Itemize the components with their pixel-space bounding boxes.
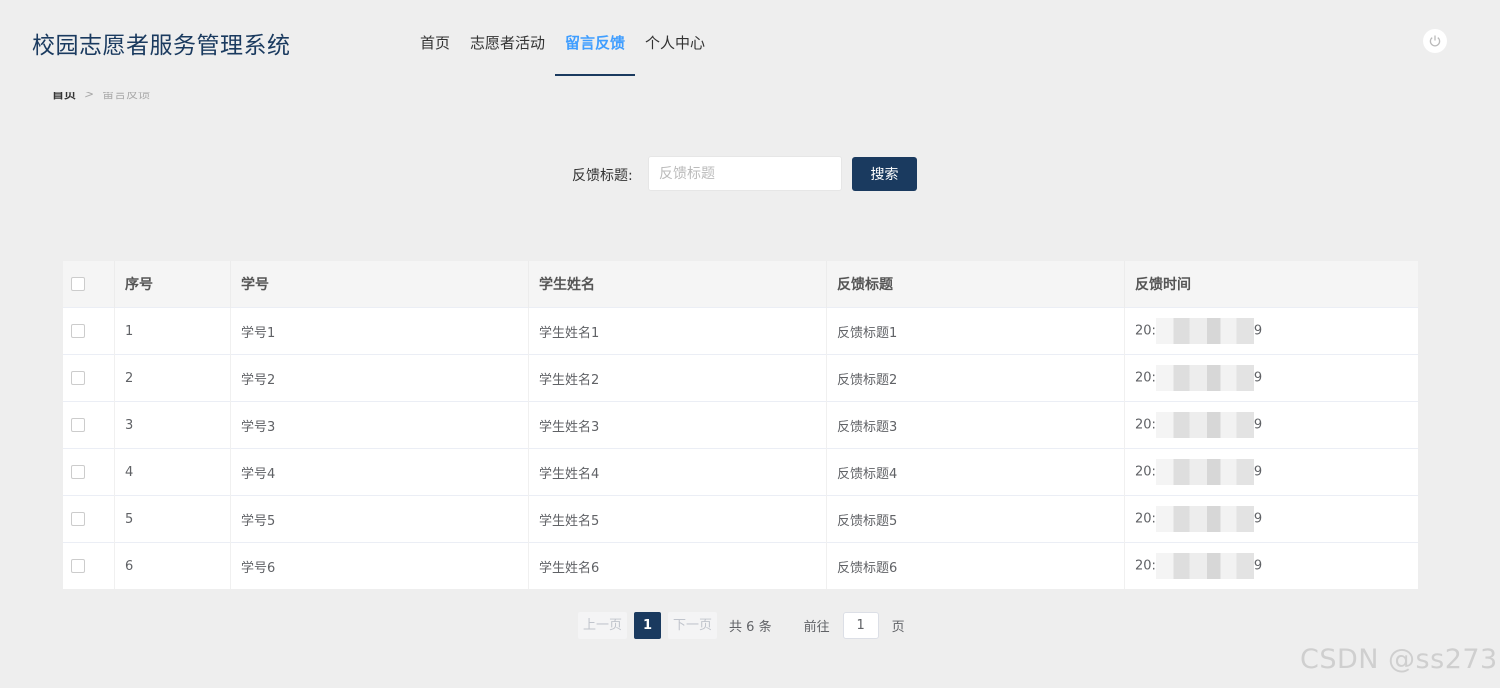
cell-index: 6 (114, 542, 231, 589)
redacted-mosaic (1155, 365, 1254, 391)
time-prefix: 20: (1135, 511, 1156, 527)
cell-index: 2 (114, 354, 231, 402)
cell-time: 20: 9 (1124, 542, 1418, 589)
breadcrumb-separator: > (84, 92, 95, 101)
row-checkbox[interactable] (71, 512, 85, 526)
column-header: 反馈标题 (826, 261, 1125, 308)
cell-index: 5 (114, 495, 231, 543)
table-row[interactable]: 2 学号2 学生姓名2 反馈标题2 20: 9 (63, 354, 1418, 402)
redacted-mosaic (1155, 553, 1254, 579)
column-header: 学号 (230, 261, 529, 308)
cell-time: 20: 9 (1124, 307, 1418, 355)
prev-page-button[interactable]: 上一页 (578, 612, 628, 639)
cell-title: 反馈标题6 (826, 542, 1125, 589)
redacted-mosaic (1155, 412, 1254, 438)
cell-student-id: 学号1 (230, 307, 529, 355)
cell-student-id: 学号2 (230, 354, 529, 402)
row-checkbox[interactable] (71, 371, 85, 385)
cell-name: 学生姓名4 (528, 448, 827, 496)
nav-item-profile[interactable]: 个人中心 (635, 0, 715, 76)
time-suffix: 9 (1253, 464, 1263, 480)
cell-title: 反馈标题4 (826, 448, 1125, 496)
table-row[interactable]: 4 学号4 学生姓名4 反馈标题4 20: 9 (63, 448, 1418, 496)
goto-label: 前往 (803, 620, 830, 635)
search-button[interactable]: 搜索 (852, 157, 917, 191)
nav-item-activities[interactable]: 志愿者活动 (460, 0, 555, 76)
time-suffix: 9 (1253, 370, 1263, 386)
cell-student-id: 学号4 (230, 448, 529, 496)
cell-index: 4 (114, 448, 231, 496)
row-checkbox[interactable] (71, 465, 85, 479)
row-checkbox[interactable] (71, 418, 85, 432)
cell-index: 1 (114, 307, 231, 355)
breadcrumb-current: 留言反馈 (102, 92, 151, 101)
main-nav: 首页 志愿者活动 留言反馈 个人中心 (410, 0, 715, 76)
cell-index: 3 (114, 401, 231, 449)
cell-title: 反馈标题5 (826, 495, 1125, 543)
cell-time: 20: 9 (1124, 495, 1418, 543)
search-label: 反馈标题: (572, 168, 633, 184)
feedback-table: 序号 学号 学生姓名 反馈标题 反馈时间 1 学号1 学生姓名1 反馈标题1 2… (63, 261, 1418, 589)
breadcrumb-home[interactable]: 首页 (52, 92, 76, 101)
column-header: 学生姓名 (528, 261, 827, 308)
time-prefix: 20: (1135, 558, 1156, 574)
cell-title: 反馈标题3 (826, 401, 1125, 449)
cell-name: 学生姓名6 (528, 542, 827, 589)
cell-title: 反馈标题2 (826, 354, 1125, 402)
cell-student-id: 学号3 (230, 401, 529, 449)
watermark: CSDN @ss273 (1300, 644, 1498, 675)
column-header: 反馈时间 (1124, 261, 1418, 308)
redacted-mosaic (1155, 318, 1254, 344)
table-row[interactable]: 6 学号6 学生姓名6 反馈标题6 20: 9 (63, 542, 1418, 589)
table-header-row: 序号 学号 学生姓名 反馈标题 反馈时间 (63, 261, 1418, 308)
site-title: 校园志愿者服务管理系统 (32, 33, 291, 59)
cell-name: 学生姓名3 (528, 401, 827, 449)
cell-title: 反馈标题1 (826, 307, 1125, 355)
redacted-mosaic (1155, 459, 1254, 485)
page-unit-label: 页 (891, 620, 905, 635)
cell-student-id: 学号5 (230, 495, 529, 543)
table-row[interactable]: 1 学号1 学生姓名1 反馈标题1 20: 9 (63, 307, 1418, 355)
row-checkbox[interactable] (71, 324, 85, 338)
cell-name: 学生姓名2 (528, 354, 827, 402)
time-prefix: 20: (1135, 370, 1156, 386)
table-row[interactable]: 3 学号3 学生姓名3 反馈标题3 20: 9 (63, 401, 1418, 449)
total-count: 共 6 条 (729, 620, 772, 635)
redacted-mosaic (1155, 506, 1254, 532)
cell-name: 学生姓名5 (528, 495, 827, 543)
nav-item-feedback[interactable]: 留言反馈 (555, 0, 636, 76)
cell-time: 20: 9 (1124, 354, 1418, 402)
power-icon[interactable] (1423, 29, 1447, 53)
search-input[interactable] (648, 156, 842, 191)
pagination: 上一页 1 下一页 共 6 条 前往 页 (578, 612, 905, 639)
select-all-checkbox[interactable] (71, 277, 85, 291)
cell-name: 学生姓名1 (528, 307, 827, 355)
cell-student-id: 学号6 (230, 542, 529, 589)
time-suffix: 9 (1253, 558, 1263, 574)
nav-item-home[interactable]: 首页 (410, 0, 460, 76)
table-row[interactable]: 5 学号5 学生姓名5 反馈标题5 20: 9 (63, 495, 1418, 543)
cell-time: 20: 9 (1124, 448, 1418, 496)
time-suffix: 9 (1253, 417, 1263, 433)
time-prefix: 20: (1135, 417, 1156, 433)
page-number-current[interactable]: 1 (634, 612, 662, 639)
cell-time: 20: 9 (1124, 401, 1418, 449)
time-suffix: 9 (1253, 323, 1263, 339)
breadcrumb: 首页 > 留言反馈 (52, 92, 150, 104)
time-suffix: 9 (1253, 511, 1263, 527)
next-page-button[interactable]: 下一页 (668, 612, 718, 639)
column-header: 序号 (114, 261, 231, 308)
time-prefix: 20: (1135, 464, 1156, 480)
row-checkbox[interactable] (71, 559, 85, 573)
time-prefix: 20: (1135, 323, 1156, 339)
goto-page-input[interactable] (842, 612, 879, 639)
